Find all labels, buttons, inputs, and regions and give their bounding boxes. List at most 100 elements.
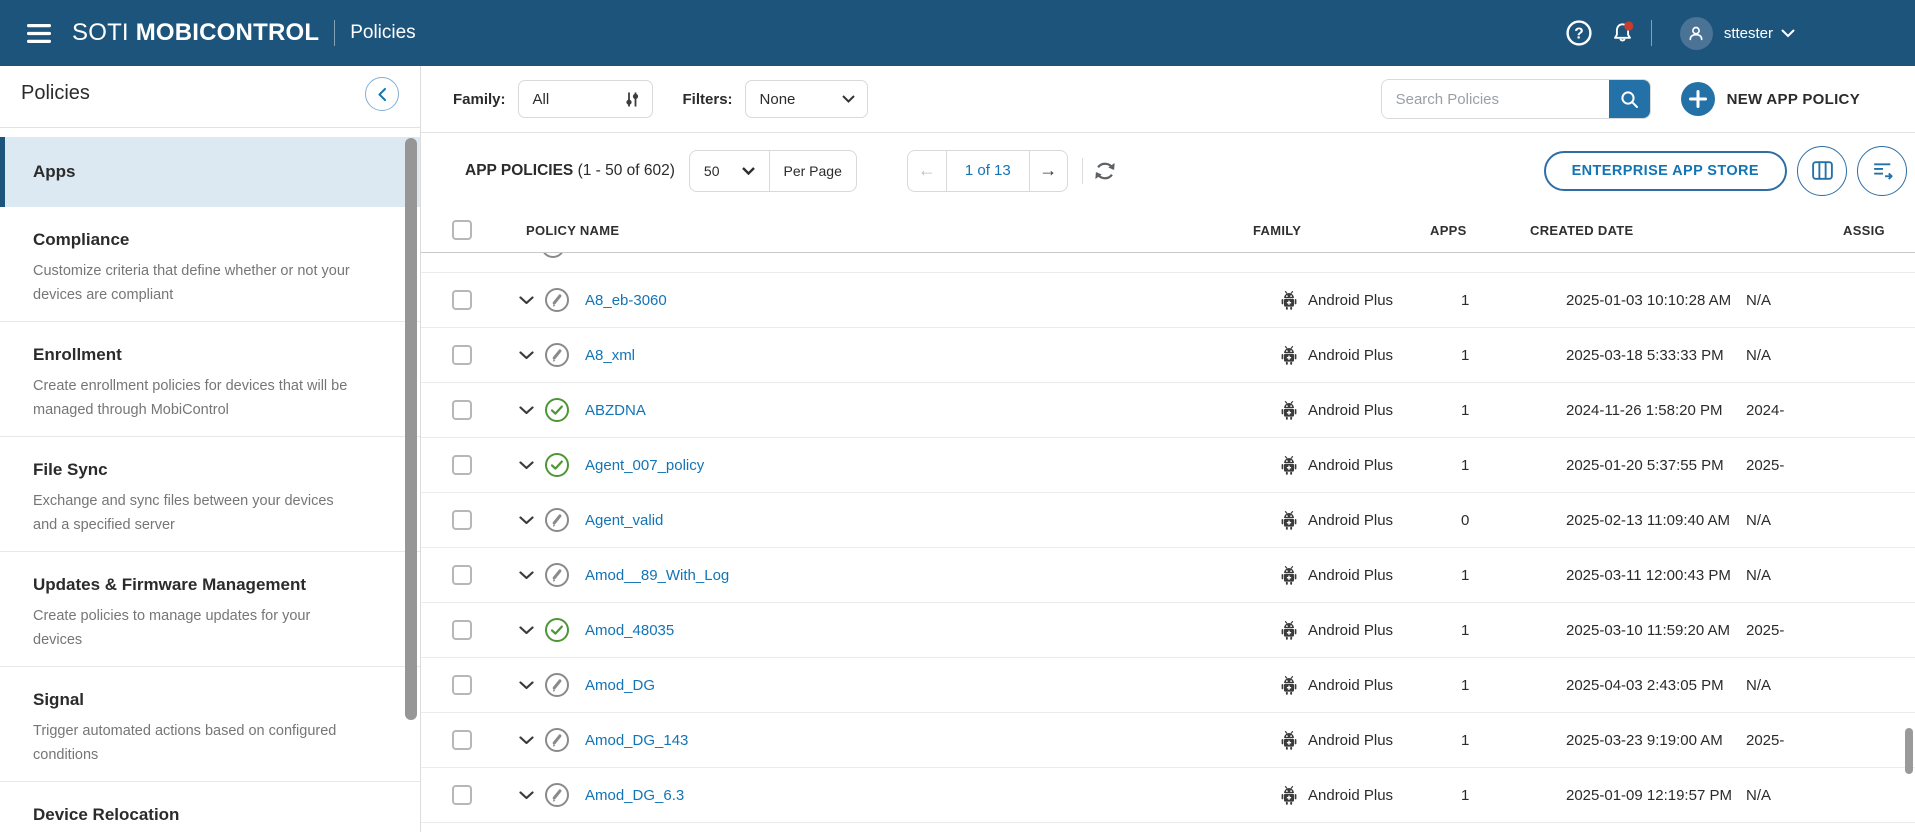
apps-count: 1 (1421, 622, 1516, 639)
apps-count: 1 (1421, 402, 1516, 419)
row-checkbox[interactable] (452, 400, 472, 420)
sidebar-item-signal[interactable]: Signal Trigger automated actions based o… (0, 667, 420, 782)
sidebar-item-compliance[interactable]: Compliance Customize criteria that defin… (0, 207, 420, 322)
status-active-icon[interactable] (544, 617, 570, 643)
policy-name-link[interactable]: Amod_DG (585, 677, 655, 694)
expand-chevron-icon[interactable] (519, 296, 534, 305)
row-checkbox[interactable] (452, 785, 472, 805)
expand-chevron-icon[interactable] (519, 461, 534, 470)
user-menu-chevron-down-icon[interactable] (1781, 29, 1795, 38)
sidebar-item-device-relocation[interactable]: Device Relocation (0, 782, 420, 832)
username-label[interactable]: sttester (1724, 25, 1773, 42)
table-row: A8_eb-3060 Android Plus 1 2025-01-03 10:… (421, 273, 1915, 328)
status-draft-icon[interactable] (544, 562, 570, 588)
row-checkbox[interactable] (452, 510, 472, 530)
column-chooser-button[interactable] (1797, 146, 1847, 196)
search-icon (1620, 90, 1639, 109)
expand-chevron-icon[interactable] (519, 626, 534, 635)
status-draft-icon[interactable] (544, 287, 570, 313)
user-avatar[interactable] (1680, 17, 1713, 50)
sidebar-item-enrollment[interactable]: Enrollment Create enrollment policies fo… (0, 322, 420, 437)
family-label: Android Plus (1308, 347, 1393, 364)
family-label: Android Plus (1308, 677, 1393, 694)
filters-dropdown[interactable]: None (745, 80, 868, 118)
row-checkbox[interactable] (452, 620, 472, 640)
sidebar-item-updates-firmware-management[interactable]: Updates & Firmware Management Create pol… (0, 552, 420, 667)
created-date: 2025-03-23 9:19:00 AM (1516, 732, 1746, 749)
help-icon[interactable]: ? (1565, 19, 1593, 47)
search-input[interactable] (1382, 80, 1609, 118)
column-header-policy-name[interactable]: POLICY NAME (491, 223, 1251, 238)
column-header-apps[interactable]: APPS (1421, 223, 1516, 238)
family-label: Android Plus (1308, 457, 1393, 474)
expand-chevron-icon[interactable] (519, 351, 534, 360)
expand-chevron-icon[interactable] (519, 791, 534, 800)
status-draft-icon[interactable] (544, 727, 570, 753)
status-draft-icon[interactable] (544, 782, 570, 808)
status-draft-icon[interactable] (544, 672, 570, 698)
sidebar-item-file-sync[interactable]: File Sync Exchange and sync files betwee… (0, 437, 420, 552)
sidebar-items: Apps Compliance Customize criteria that … (0, 137, 420, 832)
new-app-policy-button[interactable]: NEW APP POLICY (1681, 82, 1860, 116)
per-page-select[interactable]: 50 (690, 151, 769, 191)
status-active-icon[interactable] (544, 452, 570, 478)
row-checkbox[interactable] (452, 675, 472, 695)
row-checkbox[interactable] (452, 345, 472, 365)
sidebar-item-label: Device Relocation (33, 804, 396, 826)
status-active-icon[interactable] (544, 397, 570, 423)
previous-page-button[interactable]: ← (908, 151, 946, 191)
policy-name-link[interactable]: Amod__89_With_Log (585, 567, 729, 584)
assigned-value: N/A (1746, 292, 1915, 309)
page-title: Policies (350, 22, 415, 44)
assigned-value: 2025- (1746, 622, 1915, 639)
expand-chevron-icon[interactable] (519, 516, 534, 525)
soti-mobicontrol-logo[interactable]: SOTI MOBICONTROL (72, 19, 319, 47)
policy-name-link[interactable]: A8_eb-3060 (585, 292, 667, 309)
policy-name-link[interactable]: Agent_valid (585, 512, 663, 529)
android-plus-icon (1280, 565, 1298, 585)
policy-name-link[interactable]: A8_xml (585, 347, 635, 364)
table-row: Amod_DG_143 Android Plus 1 2025-03-23 9:… (421, 713, 1915, 768)
export-list-button[interactable] (1857, 146, 1907, 196)
select-all-checkbox[interactable] (452, 220, 472, 240)
column-header-family[interactable]: FAMILY (1251, 223, 1421, 238)
main-scrollbar[interactable] (1905, 728, 1913, 774)
row-checkbox[interactable] (452, 730, 472, 750)
created-date: 2025-01-20 5:37:55 PM (1516, 457, 1746, 474)
sidebar-item-apps[interactable]: Apps (0, 137, 420, 207)
refresh-button[interactable] (1092, 158, 1118, 184)
expand-chevron-icon[interactable] (519, 681, 534, 690)
notification-bell-icon[interactable] (1609, 20, 1636, 47)
collapse-sidebar-button[interactable] (365, 77, 399, 111)
sidebar-scrollbar[interactable] (405, 138, 417, 720)
policy-name-link[interactable]: ABZDNA (585, 402, 646, 419)
row-checkbox[interactable] (452, 565, 472, 585)
next-page-button[interactable]: → (1029, 151, 1067, 191)
enterprise-app-store-button[interactable]: ENTERPRISE APP STORE (1544, 151, 1787, 191)
expand-chevron-icon[interactable] (519, 571, 534, 580)
filters-label: Filters: (683, 91, 733, 108)
policy-name-link[interactable]: Amod_DG_143 (585, 732, 688, 749)
per-page-value: 50 (704, 163, 720, 179)
row-checkbox[interactable] (452, 455, 472, 475)
policy-name-link[interactable]: Agent_007_policy (585, 457, 704, 474)
apps-count: 1 (1421, 347, 1516, 364)
apps-count: 1 (1421, 677, 1516, 694)
policy-name-link[interactable]: Amod_DG_6.3 (585, 787, 684, 804)
sidebar-item-label: File Sync (33, 459, 396, 481)
search-button[interactable] (1609, 80, 1650, 118)
hamburger-menu-icon[interactable] (27, 24, 51, 43)
expand-chevron-icon[interactable] (519, 736, 534, 745)
expand-chevron-icon[interactable] (519, 406, 534, 415)
assigned-value: N/A (1746, 787, 1915, 804)
table-row: Amod_DG_6.3 Android Plus 1 2025-01-09 12… (421, 768, 1915, 823)
family-filter-dropdown[interactable]: All (518, 80, 653, 118)
status-draft-icon[interactable] (544, 342, 570, 368)
status-draft-icon[interactable] (544, 507, 570, 533)
row-checkbox[interactable] (452, 290, 472, 310)
column-header-created-date[interactable]: CREATED DATE (1516, 223, 1746, 238)
policy-name-link[interactable]: Amod_48035 (585, 622, 674, 639)
sidebar-item-label: Apps (33, 162, 76, 182)
export-icon (1870, 158, 1895, 183)
column-header-assigned[interactable]: ASSIG (1746, 223, 1915, 238)
